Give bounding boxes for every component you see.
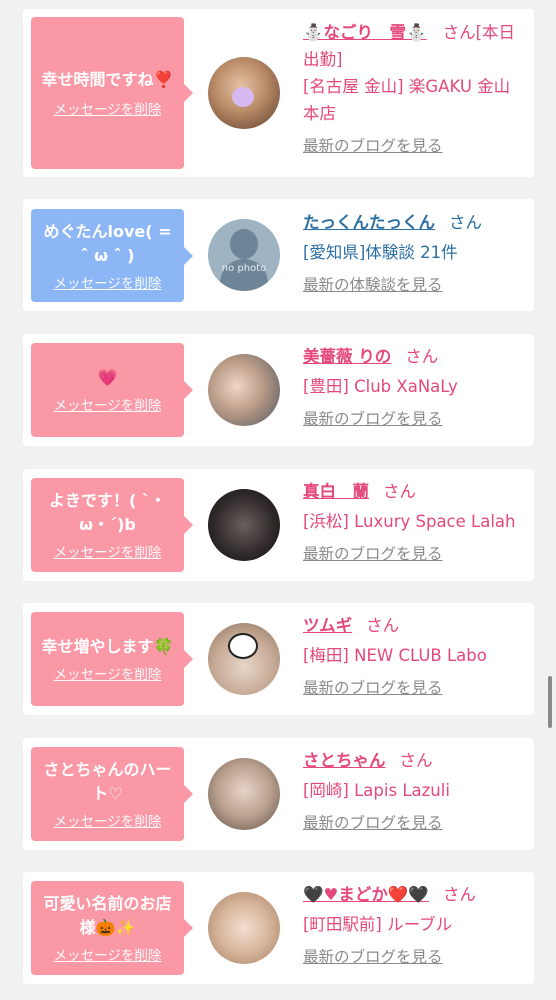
message-text: さとちゃんのハート♡ bbox=[43, 760, 172, 803]
entry-info: ツムギ さん [梅田] NEW CLUB Labo 最新のブログを見る bbox=[303, 612, 523, 702]
favorite-card: 可愛い名前のお店様🎃✨ メッセージを削除 🖤♥まどか❤️🖤 さん [町田駅前] ル… bbox=[23, 872, 534, 984]
delete-message-link[interactable]: メッセージを削除 bbox=[54, 394, 162, 414]
shop-label: [町田駅前] ルーブル bbox=[303, 915, 453, 934]
message-bubble: 💗 メッセージを削除 bbox=[31, 343, 193, 437]
shop-label: [豊田] Club XaNaLy bbox=[303, 377, 458, 396]
favorite-card: 💗 メッセージを削除 美薔薇 りの さん [豊田] Club XaNaLy 最新の… bbox=[23, 334, 534, 446]
latest-blog-link[interactable]: 最新のブログを見る bbox=[303, 810, 523, 837]
entry-info: 美薔薇 りの さん [豊田] Club XaNaLy 最新のブログを見る bbox=[303, 343, 523, 433]
blur-sticker-icon bbox=[232, 87, 254, 107]
name-row: 美薔薇 りの さん bbox=[303, 343, 523, 370]
name-row: ツムギ さん bbox=[303, 612, 523, 639]
message-bubble: 可愛い名前のお店様🎃✨ メッセージを削除 bbox=[31, 881, 193, 975]
girl-name-link[interactable]: 🖤♥まどか❤️🖤 bbox=[303, 885, 429, 904]
girl-name-link[interactable]: ツムギ bbox=[303, 616, 352, 635]
name-row: 真白 蘭さん bbox=[303, 478, 528, 505]
entry-info: たっくんたっくん さん [愛知県]体験談 21件 最新の体験談を見る bbox=[303, 209, 523, 299]
avatar[interactable] bbox=[208, 489, 280, 561]
avatar[interactable]: no photo bbox=[208, 219, 280, 291]
avatar[interactable] bbox=[208, 354, 280, 426]
message-text: めぐたんlove( = ˆ ω ˆ ) bbox=[43, 221, 172, 265]
girl-name-link[interactable]: さとちゃん bbox=[303, 751, 386, 770]
silhouette-icon bbox=[230, 229, 258, 259]
message-text: 可愛い名前のお店様🎃✨ bbox=[43, 894, 172, 937]
name-row: ⛄なごり 雪⛄ さん[本日出勤] bbox=[303, 19, 523, 73]
message-text: よきです！( ˋ・ω・ˊ)b bbox=[49, 491, 166, 534]
avatar[interactable] bbox=[208, 623, 280, 695]
no-photo-caption: no photo bbox=[221, 263, 267, 274]
girl-name-link[interactable]: 真白 蘭 bbox=[303, 482, 369, 501]
latest-review-link[interactable]: 最新の体験談を見る bbox=[303, 272, 523, 299]
name-row: たっくんたっくん さん bbox=[303, 209, 523, 236]
shop-label: [岡崎] Lapis Lazuli bbox=[303, 781, 450, 800]
delete-message-link[interactable]: メッセージを削除 bbox=[54, 541, 162, 561]
favorite-card: 幸せ増やします🍀 メッセージを削除 ツムギ さん [梅田] NEW CLUB La… bbox=[23, 603, 534, 715]
shop-label: [名古屋 金山] 楽GAKU 金山本店 bbox=[303, 77, 511, 123]
delete-message-link[interactable]: メッセージを削除 bbox=[54, 810, 162, 830]
favorite-card: 幸せ時間ですね❣️ メッセージを削除 ⛄なごり 雪⛄ さん[本日出勤] [名古屋 … bbox=[23, 9, 534, 177]
honorific: さん bbox=[383, 482, 416, 501]
shop-label: [浜松] Luxury Space Lalah bbox=[303, 512, 516, 531]
honorific: さん bbox=[442, 23, 476, 42]
entry-info: さとちゃん さん [岡崎] Lapis Lazuli 最新のブログを見る bbox=[303, 747, 523, 837]
honorific: さん bbox=[405, 347, 439, 366]
panda-sticker-icon bbox=[228, 633, 258, 659]
avatar[interactable] bbox=[208, 892, 280, 964]
name-row: 🖤♥まどか❤️🖤 さん bbox=[303, 881, 523, 908]
message-text: 幸せ増やします🍀 bbox=[41, 637, 174, 656]
shop-label: [梅田] NEW CLUB Labo bbox=[303, 646, 487, 665]
message-bubble: 幸せ増やします🍀 メッセージを削除 bbox=[31, 612, 193, 706]
entry-info: 真白 蘭さん [浜松] Luxury Space Lalah 最新のブログを見る bbox=[303, 478, 528, 568]
message-text: 💗 bbox=[97, 368, 118, 387]
favorite-card: めぐたんlove( = ˆ ω ˆ ) メッセージを削除 no photo たっ… bbox=[23, 199, 534, 311]
favorite-card: よきです！( ˋ・ω・ˊ)b メッセージを削除 真白 蘭さん [浜松] Luxu… bbox=[23, 469, 534, 581]
scrollbar-thumb[interactable] bbox=[548, 676, 552, 728]
latest-blog-link[interactable]: 最新のブログを見る bbox=[303, 944, 523, 971]
delete-message-link[interactable]: メッセージを削除 bbox=[54, 944, 162, 964]
honorific: さん bbox=[399, 751, 433, 770]
latest-blog-link[interactable]: 最新のブログを見る bbox=[303, 406, 523, 433]
latest-blog-link[interactable]: 最新のブログを見る bbox=[303, 541, 528, 568]
girl-name-link[interactable]: ⛄なごり 雪⛄ bbox=[303, 23, 427, 42]
message-bubble: さとちゃんのハート♡ メッセージを削除 bbox=[31, 747, 193, 841]
honorific: さん bbox=[449, 213, 482, 232]
name-row: さとちゃん さん bbox=[303, 747, 523, 774]
entry-info: ⛄なごり 雪⛄ さん[本日出勤] [名古屋 金山] 楽GAKU 金山本店 最新のブ… bbox=[303, 19, 523, 160]
message-text: 幸せ時間ですね❣️ bbox=[41, 70, 174, 89]
message-bubble: めぐたんlove( = ˆ ω ˆ ) メッセージを削除 bbox=[31, 209, 193, 302]
delete-message-link[interactable]: メッセージを削除 bbox=[54, 663, 162, 683]
avatar[interactable] bbox=[208, 57, 280, 129]
user-name-link[interactable]: たっくんたっくん bbox=[303, 213, 435, 232]
shop-label: [愛知県]体験談 21件 bbox=[303, 243, 458, 262]
girl-name-link[interactable]: 美薔薇 りの bbox=[303, 347, 391, 366]
honorific: さん bbox=[366, 616, 400, 635]
favorite-card: さとちゃんのハート♡ メッセージを削除 さとちゃん さん [岡崎] Lapis L… bbox=[23, 738, 534, 850]
entry-info: 🖤♥まどか❤️🖤 さん [町田駅前] ルーブル 最新のブログを見る bbox=[303, 881, 523, 971]
latest-blog-link[interactable]: 最新のブログを見る bbox=[303, 675, 523, 702]
honorific: さん bbox=[442, 885, 476, 904]
message-bubble: 幸せ時間ですね❣️ メッセージを削除 bbox=[31, 17, 193, 169]
delete-message-link[interactable]: メッセージを削除 bbox=[54, 272, 162, 292]
delete-message-link[interactable]: メッセージを削除 bbox=[54, 98, 162, 118]
latest-blog-link[interactable]: 最新のブログを見る bbox=[303, 133, 523, 160]
avatar[interactable] bbox=[208, 758, 280, 830]
message-bubble: よきです！( ˋ・ω・ˊ)b メッセージを削除 bbox=[31, 478, 193, 572]
